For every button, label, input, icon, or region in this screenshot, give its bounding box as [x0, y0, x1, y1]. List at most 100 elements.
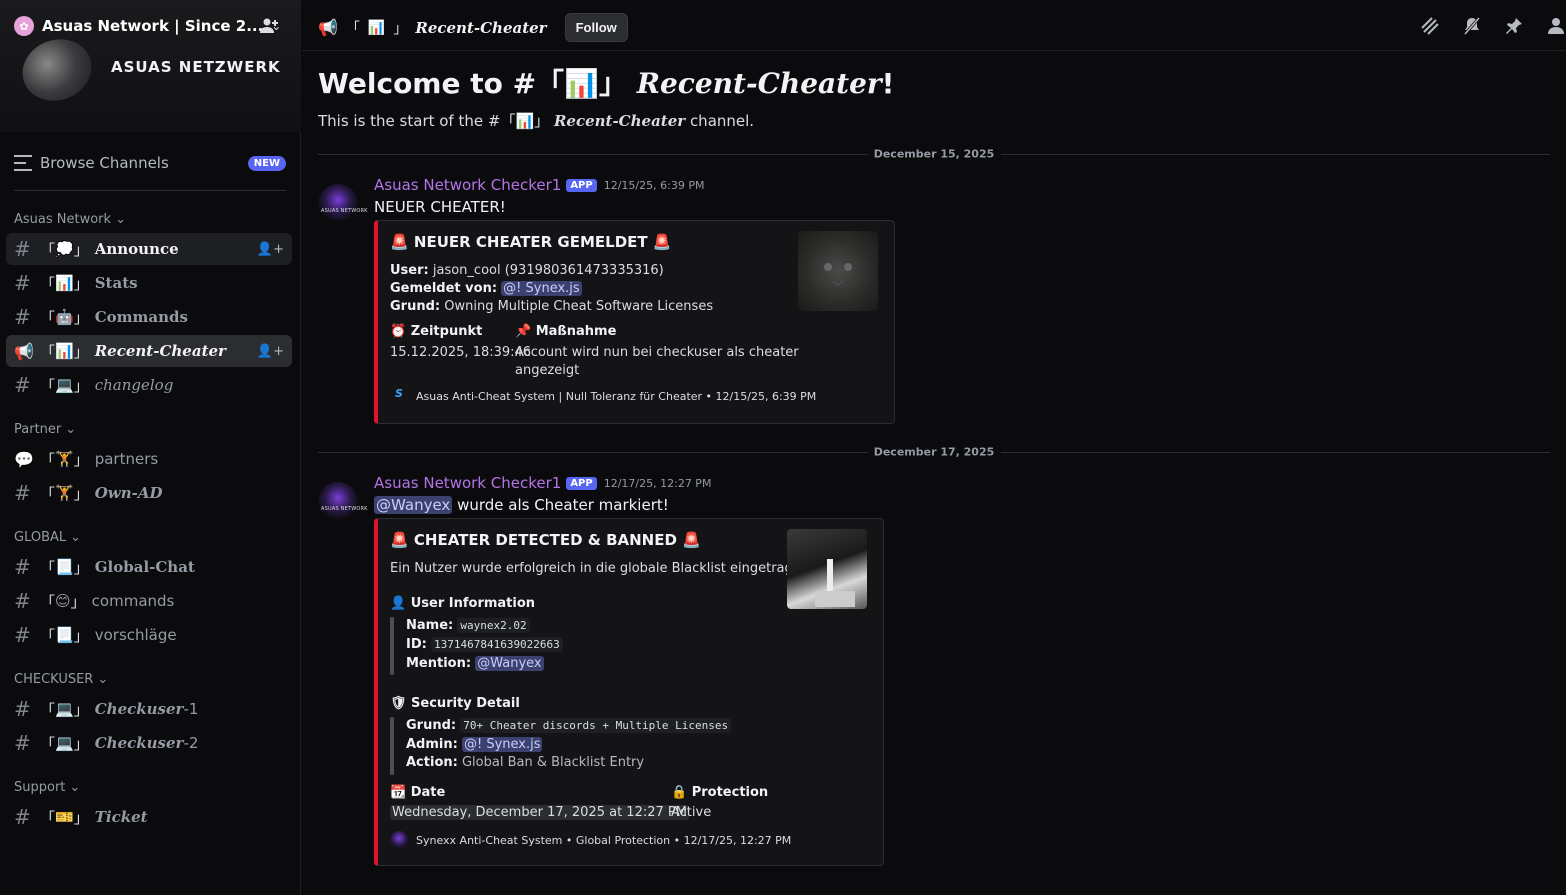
start-end: channel.	[685, 112, 755, 130]
user-mention[interactable]: @! Synex.js	[501, 281, 582, 296]
header-toolbar	[1420, 16, 1566, 36]
channel-global-commands[interactable]: # 「 😊 」 commands	[6, 585, 292, 617]
field-user-information: 👤 User Information	[390, 596, 535, 611]
channel-emoji: 📊	[55, 342, 74, 360]
date-divider: December 15, 2025	[318, 147, 1550, 161]
timestamp[interactable]: 12/17/25, 12:27 PM	[604, 477, 712, 490]
channel-stats[interactable]: # 「 📊 」 Stats	[6, 267, 292, 299]
start-prefix: This is the start of the #「	[318, 112, 516, 130]
calendar-icon: 📆	[390, 785, 407, 800]
member-list-icon[interactable]	[1546, 16, 1566, 36]
message-area[interactable]: Welcome to #「📊」 Recent-Cheater! This is …	[302, 52, 1566, 895]
channel-partners[interactable]: 💬 「 🏋 」 partners	[6, 443, 292, 475]
message[interactable]: ASUAS NETWORK Asuas Network Checker1 APP…	[318, 474, 1518, 894]
user-mention[interactable]: @! Synex.js	[461, 737, 543, 752]
author-name[interactable]: Asuas Network Checker1	[374, 176, 561, 194]
embed-reason-line: Grund: Owning Multiple Cheat Software Li…	[390, 299, 713, 314]
siren-icon: 🚨	[652, 233, 672, 251]
channel-prefix: 「	[40, 240, 56, 259]
user-silhouette-icon: 👤	[390, 596, 407, 611]
embed-user-line: User: jason_cool (931980361473335316)	[390, 263, 664, 278]
category-support[interactable]: Support ⌄	[14, 780, 80, 795]
invite-people-icon[interactable]	[259, 16, 281, 38]
embed-id-line: ID: 1371467841639022663	[406, 637, 563, 652]
channel-recent-cheater[interactable]: 📢 「 📊 」 Recent-Cheater 👤+	[6, 335, 292, 367]
category-checkuser[interactable]: CHECKUSER ⌄	[14, 672, 108, 687]
chevron-down-icon: ⌄	[70, 530, 82, 545]
channel-prefix: 「	[40, 700, 56, 719]
avatar-label: ASUAS NETWORK	[321, 208, 368, 214]
server-name-row[interactable]: ✿ Asuas Network | Since 2... ⌄	[14, 16, 281, 36]
server-header[interactable]: ✿ Asuas Network | Since 2... ⌄ ASUAS NET…	[0, 0, 301, 132]
create-invite-icon[interactable]: 👤+	[257, 344, 284, 359]
blockquote-bar	[390, 617, 394, 675]
avatar[interactable]: ASUAS NETWORK	[318, 482, 367, 522]
embed-title-text: CHEATER DETECTED & BANNED	[413, 531, 677, 549]
timestamp[interactable]: 12/15/25, 6:39 PM	[604, 179, 705, 192]
channel-label: Announce	[94, 240, 179, 258]
channel-suffix: 」	[73, 342, 89, 361]
hash-icon: #	[14, 271, 31, 295]
channel-prefix: 「	[40, 592, 56, 611]
field-value-timestamp[interactable]: Wednesday, December 17, 2025 at 12:27 PM	[390, 805, 689, 820]
channel-prefix: 「	[40, 376, 56, 395]
hash-icon: #	[14, 623, 31, 647]
user-mention[interactable]: @Wanyex	[475, 656, 544, 671]
shield-icon: 🛡	[390, 696, 407, 711]
field-name: Security Detail	[411, 696, 520, 711]
lock-icon: 🔒	[671, 785, 688, 800]
browse-channels-button[interactable]: Browse Channels NEW	[14, 152, 286, 174]
code-value: 1371467841639022663	[430, 637, 563, 652]
category-partner[interactable]: Partner ⌄	[14, 422, 76, 437]
message-header: Asuas Network Checker1 APP 12/15/25, 6:3…	[374, 176, 704, 194]
follow-button[interactable]: Follow	[564, 13, 628, 42]
field-name: Date	[410, 785, 446, 800]
channel-vorschlaege[interactable]: # 「 📃 」 vorschläge	[6, 619, 292, 651]
channel-suffix: 」	[73, 626, 89, 645]
megaphone-icon: 📢	[318, 18, 338, 37]
notification-muted-icon[interactable]	[1462, 16, 1482, 36]
author-name[interactable]: Asuas Network Checker1	[374, 474, 561, 492]
channel-title-group: 📢 「 📊 」 Recent-Cheater Follow	[318, 13, 628, 42]
create-invite-icon[interactable]: 👤+	[257, 242, 284, 257]
channel-prefix: 「	[40, 342, 56, 361]
channel-commands[interactable]: # 「 🤖 」 Commands	[6, 301, 292, 333]
embed: 🚨 CHEATER DETECTED & BANNED 🚨 Ein Nutzer…	[374, 518, 884, 866]
embed-footer: S Asuas Anti-Cheat System | Null Toleran…	[390, 387, 816, 405]
field-value: 15.12.2025, 18:39:46	[390, 345, 532, 360]
field-name: User Information	[410, 596, 536, 611]
channel-start-text: This is the start of the #「📊」 Recent-Che…	[318, 110, 754, 131]
channel-announce[interactable]: # 「 💭 」 Announce 👤+	[6, 233, 292, 265]
channel-checkuser-1[interactable]: # 「 💻 」 Checkuser -1	[6, 693, 292, 725]
avatar[interactable]: ASUAS NETWORK	[318, 184, 367, 224]
embed-thumbnail[interactable]	[798, 231, 878, 311]
user-mention[interactable]: @Wanyex	[374, 496, 453, 514]
category-global[interactable]: GLOBAL ⌄	[14, 530, 81, 545]
message[interactable]: ASUAS NETWORK Asuas Network Checker1 APP…	[318, 176, 1518, 426]
field-label: Action:	[406, 755, 458, 770]
channel-global-chat[interactable]: # 「 📃 」 Global-Chat	[6, 551, 292, 583]
code-value: 70+ Cheater discords + Multiple Licenses	[460, 718, 732, 733]
channel-emoji: 🏋	[55, 450, 74, 468]
category-label: GLOBAL	[14, 530, 67, 545]
category-asuas-network[interactable]: Asuas Network ⌄	[14, 212, 126, 227]
welcome-emoji: 📊	[564, 67, 599, 100]
channel-suffix: 」	[73, 274, 89, 293]
hash-icon: #	[14, 731, 31, 755]
pushpin-icon: 📌	[515, 324, 532, 339]
app-badge: APP	[566, 178, 597, 192]
embed-thumbnail[interactable]	[787, 529, 867, 609]
channel-own-ad[interactable]: # 「 🏋 」 Own-AD	[6, 477, 292, 509]
channel-changelog[interactable]: # 「 💻 」 changelog	[6, 369, 292, 401]
pin-icon[interactable]	[1504, 16, 1524, 36]
channel-ticket[interactable]: # 「 🎫 」 Ticket	[6, 801, 292, 833]
channel-checkuser-2[interactable]: # 「 💻 」 Checkuser -2	[6, 727, 292, 759]
browse-channels-icon	[14, 155, 32, 171]
embed-footer: Synexx Anti-Cheat System • Global Protec…	[390, 831, 791, 849]
sidebar-divider	[14, 190, 286, 191]
welcome-end: !	[881, 67, 895, 100]
threads-icon[interactable]	[1420, 16, 1440, 36]
embed-description: Ein Nutzer wurde erfolgreich in die glob…	[390, 561, 814, 576]
message-text: NEUER CHEATER!	[374, 198, 506, 216]
field-label: Grund:	[406, 718, 457, 733]
